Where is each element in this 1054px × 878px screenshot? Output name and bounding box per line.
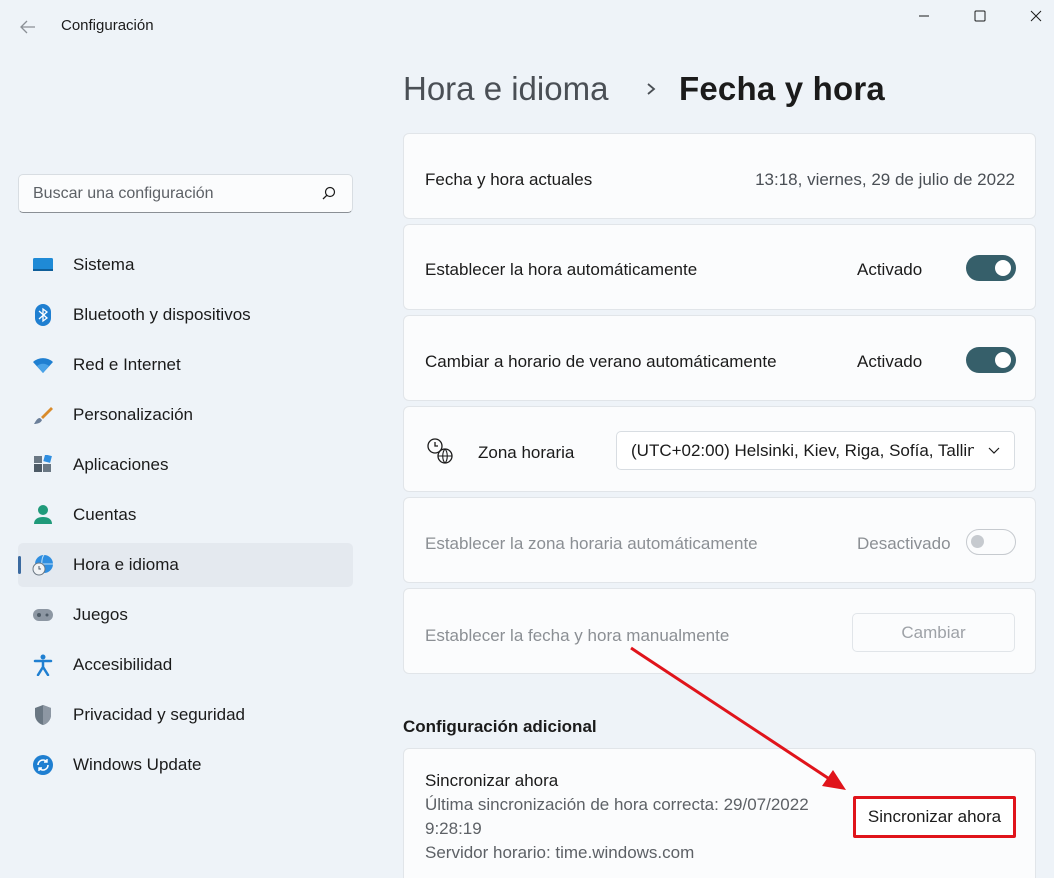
dst-toggle[interactable] xyxy=(966,347,1016,373)
account-icon xyxy=(32,504,54,526)
sidebar-item-bluetooth[interactable]: Bluetooth y dispositivos xyxy=(18,293,353,337)
sidebar-item-label: Sistema xyxy=(73,255,135,274)
sidebar-item-label: Personalización xyxy=(73,405,194,424)
sidebar-item-juegos[interactable]: Juegos xyxy=(18,593,353,637)
minimize-button[interactable] xyxy=(896,0,952,32)
apps-icon xyxy=(32,454,54,476)
auto-timezone-label: Establecer la zona horaria automáticamen… xyxy=(425,534,758,553)
toggle-knob xyxy=(995,352,1011,368)
sidebar-item-personalizacion[interactable]: Personalización xyxy=(18,393,353,437)
search-icon[interactable] xyxy=(320,185,338,203)
brush-icon xyxy=(32,404,54,426)
title-bar: Configuración xyxy=(0,0,1054,52)
sidebar-item-privacidad[interactable]: Privacidad y seguridad xyxy=(18,693,353,737)
sidebar-nav: Sistema Bluetooth y dispositivos Red e I… xyxy=(18,243,353,793)
timezone-select[interactable]: (UTC+02:00) Helsinki, Kiev, Riga, Sofía,… xyxy=(616,431,1015,470)
page-title: Fecha y hora xyxy=(679,70,885,107)
toggle-knob xyxy=(995,260,1011,276)
sidebar-item-label: Accesibilidad xyxy=(73,655,173,674)
dst-state: Activado xyxy=(857,352,923,371)
last-sync-text: Última sincronización de hora correcta: … xyxy=(425,795,809,814)
dst-card: Cambiar a horario de verano automáticame… xyxy=(403,315,1036,401)
change-button[interactable]: Cambiar xyxy=(852,613,1015,652)
timezone-label: Zona horaria xyxy=(478,443,575,462)
section-title: Configuración adicional xyxy=(403,717,597,736)
wifi-icon xyxy=(32,354,54,376)
shield-icon xyxy=(32,704,54,726)
sidebar-item-cuentas[interactable]: Cuentas xyxy=(18,493,353,537)
timezone-card: Zona horaria (UTC+02:00) Helsinki, Kiev,… xyxy=(403,406,1036,492)
current-time-value: 13:18, viernes, 29 de julio de 2022 xyxy=(755,170,1015,189)
sidebar-item-sistema[interactable]: Sistema xyxy=(18,243,353,287)
sidebar-item-label: Juegos xyxy=(73,605,128,624)
dst-label: Cambiar a horario de verano automáticame… xyxy=(425,352,777,371)
search-input[interactable] xyxy=(33,184,320,203)
accessibility-icon xyxy=(32,654,54,676)
maximize-icon xyxy=(974,10,986,22)
auto-time-toggle[interactable] xyxy=(966,255,1016,281)
bluetooth-icon xyxy=(32,304,54,326)
sync-card: Sincronizar ahora Última sincronización … xyxy=(403,748,1036,878)
sidebar-item-label: Red e Internet xyxy=(73,355,181,374)
globe-clock-icon xyxy=(32,554,54,576)
time-server-text: Servidor horario: time.windows.com xyxy=(425,843,695,862)
sidebar-item-label: Windows Update xyxy=(73,755,202,774)
sidebar-item-label: Privacidad y seguridad xyxy=(73,705,245,724)
update-icon xyxy=(32,754,54,776)
breadcrumb-parent[interactable]: Hora e idioma xyxy=(403,70,608,108)
timezone-value: (UTC+02:00) Helsinki, Kiev, Riga, Sofía,… xyxy=(631,440,974,460)
timezone-clock-icon xyxy=(427,438,453,464)
last-sync-time: 9:28:19 xyxy=(425,819,482,838)
auto-time-label: Establecer la hora automáticamente xyxy=(425,260,698,279)
sidebar-item-label: Cuentas xyxy=(73,505,137,524)
auto-timezone-toggle[interactable] xyxy=(966,529,1016,555)
maximize-button[interactable] xyxy=(952,0,1008,32)
back-arrow-icon xyxy=(20,20,35,34)
sidebar-item-windows-update[interactable]: Windows Update xyxy=(18,743,353,787)
sidebar-item-red[interactable]: Red e Internet xyxy=(18,343,353,387)
back-button[interactable] xyxy=(14,14,42,40)
monitor-icon xyxy=(32,254,54,276)
current-time-label: Fecha y hora actuales xyxy=(425,170,593,189)
manual-time-card: Establecer la fecha y hora manualmente C… xyxy=(403,588,1036,674)
manual-time-label: Establecer la fecha y hora manualmente xyxy=(425,626,730,645)
search-box[interactable] xyxy=(18,174,353,213)
sidebar-item-accesibilidad[interactable]: Accesibilidad xyxy=(18,643,353,687)
current-time-card: Fecha y hora actuales 13:18, viernes, 29… xyxy=(403,133,1036,219)
toggle-knob xyxy=(971,535,984,548)
sidebar-item-aplicaciones[interactable]: Aplicaciones xyxy=(18,443,353,487)
chevron-down-icon xyxy=(974,432,1014,469)
sidebar-item-hora-idioma[interactable]: Hora e idioma xyxy=(18,543,353,587)
close-button[interactable] xyxy=(1008,0,1054,32)
minimize-icon xyxy=(919,15,929,17)
app-title: Configuración xyxy=(61,17,154,34)
auto-time-state: Activado xyxy=(857,260,923,279)
sidebar-item-label: Hora e idioma xyxy=(73,555,179,574)
sync-now-button[interactable]: Sincronizar ahora xyxy=(853,796,1016,838)
auto-time-card: Establecer la hora automáticamente Activ… xyxy=(403,224,1036,310)
sync-title: Sincronizar ahora xyxy=(425,771,559,790)
sidebar-item-label: Bluetooth y dispositivos xyxy=(73,305,251,324)
sidebar-item-label: Aplicaciones xyxy=(73,455,169,474)
auto-timezone-state: Desactivado xyxy=(857,534,951,553)
auto-timezone-card: Establecer la zona horaria automáticamen… xyxy=(403,497,1036,583)
chevron-right-icon xyxy=(647,83,656,95)
close-icon xyxy=(1030,10,1042,22)
gamepad-icon xyxy=(32,604,54,626)
